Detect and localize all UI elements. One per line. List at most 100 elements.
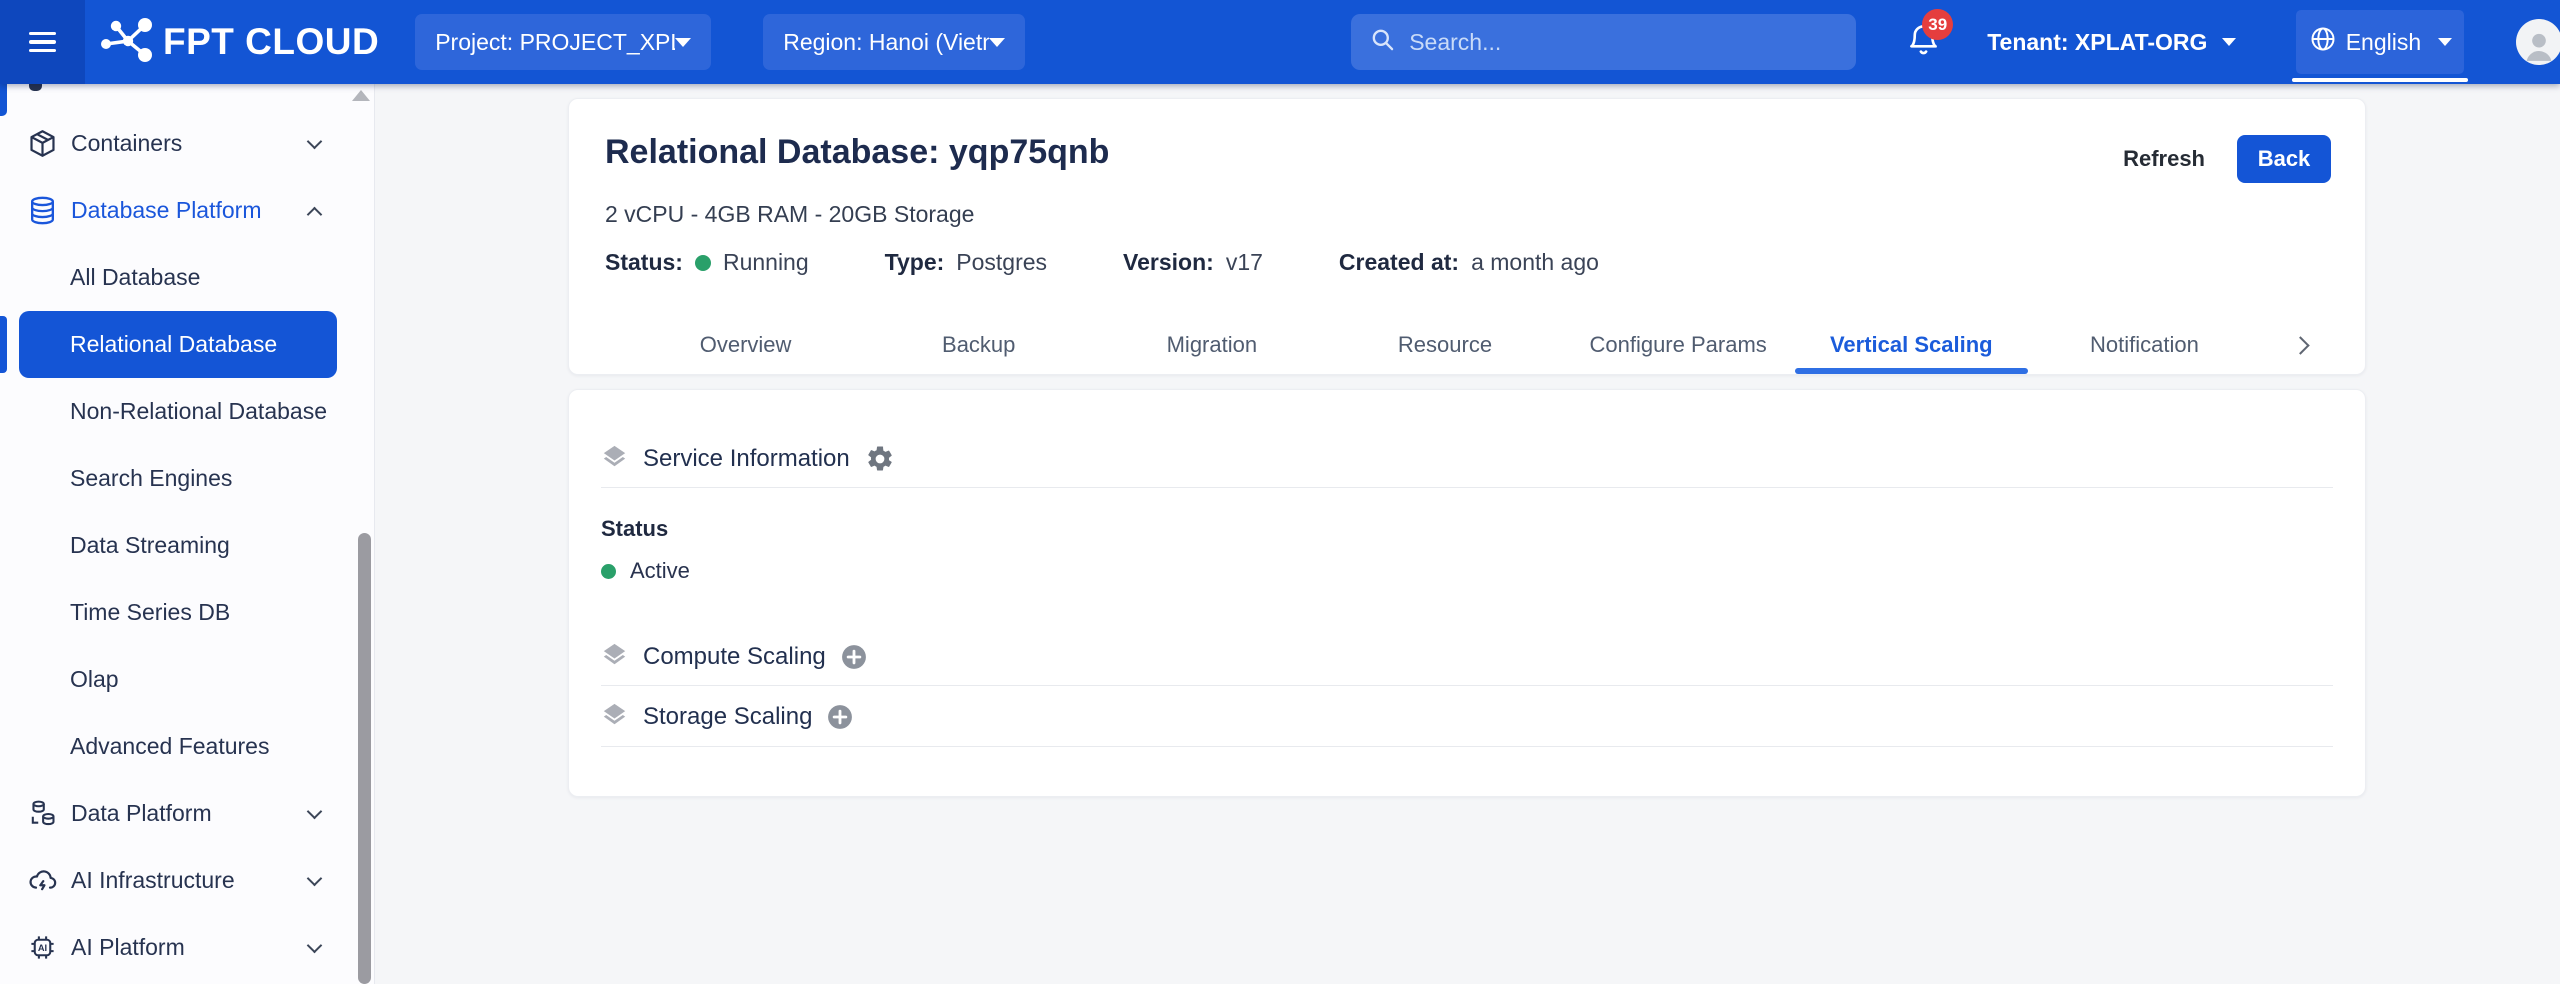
meta-type: Type: Postgres — [885, 249, 1047, 276]
sidebar-item-all-database[interactable]: All Database — [0, 244, 374, 311]
sidebar-item-label: Data Platform — [71, 800, 309, 827]
vertical-scaling-panel: Service Information Status Active Comput… — [568, 389, 2366, 797]
notification-count-badge: 39 — [1922, 9, 1953, 40]
sidebar-scroll-up-arrow[interactable] — [352, 90, 370, 101]
search-icon — [1369, 26, 1396, 58]
sidebar-item-label: Non-Relational Database — [70, 398, 327, 425]
sidebar-item-advanced-features[interactable]: Advanced Features — [0, 713, 374, 780]
back-button[interactable]: Back — [2237, 135, 2331, 183]
project-selector[interactable]: Project: PROJECT_XPL... — [415, 14, 711, 70]
region-selector[interactable]: Region: Hanoi (Vietna... — [763, 14, 1025, 70]
chevron-down-icon — [307, 803, 323, 819]
sidebar-item-data-streaming[interactable]: Data Streaming — [0, 512, 374, 579]
language-selector[interactable]: English — [2296, 10, 2464, 74]
sidebar-item-search-engines[interactable]: Search Engines — [0, 445, 374, 512]
gear-icon — [865, 444, 895, 474]
plus-circle-icon — [841, 644, 867, 670]
sidebar-item-data-platform[interactable]: Data Platform — [0, 780, 374, 847]
sidebar-item-label: Database Platform — [71, 197, 309, 224]
box-icon — [27, 128, 58, 159]
chevron-up-icon — [307, 206, 323, 222]
sidebar-item-olap[interactable]: Olap — [0, 646, 374, 713]
section-divider — [601, 746, 2333, 747]
sidebar-item-label: Olap — [70, 666, 320, 693]
sidebar-item-database-platform[interactable]: Database Platform — [0, 177, 374, 244]
status-dot-icon — [601, 564, 616, 579]
tab-vertical-scaling[interactable]: Vertical Scaling — [1795, 316, 2028, 374]
menu-toggle-button[interactable] — [0, 0, 85, 84]
refresh-button[interactable]: Refresh — [2123, 146, 2205, 172]
add-compute-scaling-button[interactable] — [841, 644, 867, 670]
chevron-down-icon — [307, 937, 323, 953]
panel-status-line: Active — [601, 558, 2333, 584]
page-title: Relational Database: yqp75qnb — [605, 133, 1109, 172]
sidebar-item-label: Containers — [71, 130, 309, 157]
tab-notification[interactable]: Notification — [2028, 316, 2261, 374]
avatar — [2516, 19, 2560, 65]
sidebar-item-label: Time Series DB — [70, 599, 320, 626]
sidebar-item-relational-database[interactable]: Relational Database — [19, 311, 337, 378]
instance-specs: 2 vCPU - 4GB RAM - 20GB Storage — [569, 183, 2365, 228]
tab-configure-params[interactable]: Configure Params — [1562, 316, 1795, 374]
svg-text:AI: AI — [38, 943, 47, 953]
caret-down-icon — [2438, 38, 2452, 46]
section-divider — [601, 685, 2333, 686]
search-input[interactable] — [1409, 29, 1838, 56]
global-search[interactable] — [1351, 14, 1856, 70]
version-value: v17 — [1226, 249, 1263, 276]
tab-resource[interactable]: Resource — [1328, 316, 1561, 374]
sidebar-item-label: Relational Database — [70, 331, 283, 358]
sidebar-item-label: Data Streaming — [70, 532, 320, 559]
chevron-right-icon — [2292, 336, 2310, 354]
sidebar-item-label: AI Infrastructure — [71, 867, 309, 894]
sidebar: Containers Database Platform All Databas… — [0, 84, 375, 984]
sidebar-item-ai-platform[interactable]: AI AI Platform — [0, 914, 374, 981]
project-selector-value: Project: PROJECT_XPL... — [435, 29, 675, 56]
sidebar-item-label: Advanced Features — [70, 733, 320, 760]
service-settings-button[interactable] — [865, 444, 895, 474]
header-actions: Refresh Back — [2123, 135, 2331, 183]
user-menu[interactable] — [2516, 19, 2560, 65]
tab-backup[interactable]: Backup — [862, 316, 1095, 374]
sidebar-item-ai-infrastructure[interactable]: AI Infrastructure — [0, 847, 374, 914]
region-selector-value: Region: Hanoi (Vietna... — [783, 29, 989, 56]
notifications-button[interactable]: 39 — [1906, 21, 1941, 63]
language-label: English — [2346, 29, 2421, 56]
sidebar-item-non-relational-database[interactable]: Non-Relational Database — [0, 378, 374, 445]
language-active-underline — [2292, 78, 2468, 82]
sidebar-menu: Containers Database Platform All Databas… — [0, 84, 374, 981]
add-storage-scaling-button[interactable] — [827, 704, 853, 730]
fpt-molecule-icon — [101, 17, 153, 68]
tab-overview[interactable]: Overview — [629, 316, 862, 374]
sidebar-item-containers[interactable]: Containers — [0, 110, 374, 177]
meta-created: Created at: a month ago — [1339, 249, 1599, 276]
caret-down-icon — [675, 38, 691, 47]
service-information-section: Service Information — [601, 431, 2333, 487]
tenant-selector[interactable]: Tenant: XPLAT-ORG — [1987, 29, 2236, 56]
hamburger-icon — [29, 32, 56, 53]
sidebar-item-time-series-db[interactable]: Time Series DB — [0, 579, 374, 646]
layers-icon — [601, 641, 628, 673]
top-navbar: FPT CLOUD Project: PROJECT_XPL... Region… — [0, 0, 2560, 84]
instance-meta-row: Status: Running Type: Postgres Version: … — [569, 228, 2365, 276]
layers-icon — [601, 701, 628, 733]
section-title: Service Information — [643, 445, 850, 473]
chevron-down-icon — [307, 133, 323, 149]
caret-down-icon — [2222, 38, 2236, 46]
brand-logo[interactable]: FPT CLOUD — [101, 17, 379, 68]
section-title: Compute Scaling — [643, 643, 826, 671]
caret-down-icon — [989, 38, 1005, 47]
status-label: Status: — [605, 249, 683, 276]
meta-version: Version: v17 — [1123, 249, 1263, 276]
tenant-label: Tenant: XPLAT-ORG — [1987, 29, 2207, 56]
meta-status: Status: Running — [605, 249, 809, 276]
type-value: Postgres — [956, 249, 1047, 276]
storage-scaling-section: Storage Scaling — [601, 688, 2333, 746]
tab-migration[interactable]: Migration — [1095, 316, 1328, 374]
chevron-down-icon — [307, 870, 323, 886]
section-divider — [601, 487, 2333, 488]
cloud-ai-icon — [27, 865, 58, 896]
status-dot-icon — [695, 255, 711, 271]
tabs-overflow-button[interactable] — [2261, 316, 2341, 374]
database-header-card: Relational Database: yqp75qnb Refresh Ba… — [568, 98, 2366, 375]
